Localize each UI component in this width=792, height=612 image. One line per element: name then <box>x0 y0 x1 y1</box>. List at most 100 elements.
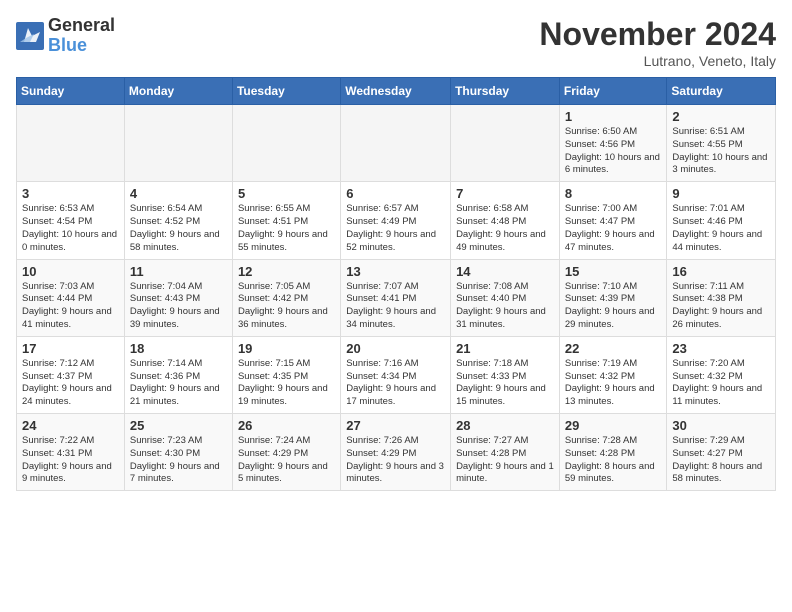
day-number: 6 <box>346 186 445 201</box>
calendar-day-cell <box>341 105 451 182</box>
day-info: Sunrise: 6:53 AM Sunset: 4:54 PM Dayligh… <box>22 203 119 254</box>
day-info: Sunrise: 6:51 AM Sunset: 4:55 PM Dayligh… <box>672 126 770 177</box>
day-info: Sunrise: 7:16 AM Sunset: 4:34 PM Dayligh… <box>346 358 445 409</box>
day-number: 22 <box>565 341 662 356</box>
weekday-header-cell: Friday <box>559 78 667 105</box>
day-number: 30 <box>672 418 770 433</box>
calendar-day-cell: 30 Sunrise: 7:29 AM Sunset: 4:27 PM Dayli… <box>667 414 776 491</box>
day-info: Sunrise: 7:22 AM Sunset: 4:31 PM Dayligh… <box>22 435 119 486</box>
logo-text: General Blue <box>48 16 115 56</box>
calendar-day-cell: 3 Sunrise: 6:53 AM Sunset: 4:54 PM Daylig… <box>17 182 125 259</box>
day-number: 12 <box>238 264 335 279</box>
calendar-day-cell: 4 Sunrise: 6:54 AM Sunset: 4:52 PM Daylig… <box>124 182 232 259</box>
day-number: 18 <box>130 341 227 356</box>
day-info: Sunrise: 7:10 AM Sunset: 4:39 PM Dayligh… <box>565 281 662 332</box>
day-info: Sunrise: 7:12 AM Sunset: 4:37 PM Dayligh… <box>22 358 119 409</box>
calendar-day-cell: 19Sunrise: 7:15 AM Sunset: 4:35 PM Dayli… <box>232 336 340 413</box>
day-info: Sunrise: 7:05 AM Sunset: 4:42 PM Dayligh… <box>238 281 335 332</box>
title-block: November 2024 Lutrano, Veneto, Italy <box>539 16 776 69</box>
day-info: Sunrise: 7:01 AM Sunset: 4:46 PM Dayligh… <box>672 203 770 254</box>
calendar-day-cell: 20Sunrise: 7:16 AM Sunset: 4:34 PM Dayli… <box>341 336 451 413</box>
calendar-day-cell: 12 Sunrise: 7:05 AM Sunset: 4:42 PM Dayli… <box>232 259 340 336</box>
day-number: 17 <box>22 341 119 356</box>
calendar-day-cell <box>232 105 340 182</box>
calendar-day-cell: 11Sunrise: 7:04 AM Sunset: 4:43 PM Dayli… <box>124 259 232 336</box>
calendar-week-row: 17 Sunrise: 7:12 AM Sunset: 4:37 PM Dayli… <box>17 336 776 413</box>
page-header: General Blue November 2024 Lutrano, Vene… <box>16 16 776 69</box>
day-number: 29 <box>565 418 662 433</box>
day-number: 2 <box>672 109 770 124</box>
day-info: Sunrise: 7:23 AM Sunset: 4:30 PM Dayligh… <box>130 435 227 486</box>
day-number: 16 <box>672 264 770 279</box>
weekday-header-row: SundayMondayTuesdayWednesdayThursdayFrid… <box>17 78 776 105</box>
day-info: Sunrise: 7:28 AM Sunset: 4:28 PM Dayligh… <box>565 435 662 486</box>
day-info: Sunrise: 6:54 AM Sunset: 4:52 PM Dayligh… <box>130 203 227 254</box>
calendar-day-cell: 6Sunrise: 6:57 AM Sunset: 4:49 PM Daylig… <box>341 182 451 259</box>
day-number: 7 <box>456 186 554 201</box>
logo-line1: General <box>48 16 115 36</box>
day-number: 15 <box>565 264 662 279</box>
calendar-day-cell: 10 Sunrise: 7:03 AM Sunset: 4:44 PM Dayli… <box>17 259 125 336</box>
calendar-week-row: 1 Sunrise: 6:50 AM Sunset: 4:56 PM Daylig… <box>17 105 776 182</box>
calendar-day-cell: 29 Sunrise: 7:28 AM Sunset: 4:28 PM Dayli… <box>559 414 667 491</box>
calendar-day-cell: 9 Sunrise: 7:01 AM Sunset: 4:46 PM Daylig… <box>667 182 776 259</box>
weekday-header-cell: Tuesday <box>232 78 340 105</box>
day-number: 28 <box>456 418 554 433</box>
calendar-day-cell <box>451 105 560 182</box>
day-number: 5 <box>238 186 335 201</box>
day-number: 27 <box>346 418 445 433</box>
calendar-day-cell: 7 Sunrise: 6:58 AM Sunset: 4:48 PM Daylig… <box>451 182 560 259</box>
day-info: Sunrise: 7:08 AM Sunset: 4:40 PM Dayligh… <box>456 281 554 332</box>
day-info: Sunrise: 7:03 AM Sunset: 4:44 PM Dayligh… <box>22 281 119 332</box>
calendar-day-cell: 16 Sunrise: 7:11 AM Sunset: 4:38 PM Dayli… <box>667 259 776 336</box>
day-number: 1 <box>565 109 662 124</box>
day-number: 13 <box>346 264 445 279</box>
calendar-week-row: 10 Sunrise: 7:03 AM Sunset: 4:44 PM Dayli… <box>17 259 776 336</box>
calendar-day-cell <box>17 105 125 182</box>
calendar-day-cell: 24 Sunrise: 7:22 AM Sunset: 4:31 PM Dayli… <box>17 414 125 491</box>
day-number: 4 <box>130 186 227 201</box>
calendar-day-cell: 23 Sunrise: 7:20 AM Sunset: 4:32 PM Dayli… <box>667 336 776 413</box>
day-info: Sunrise: 7:11 AM Sunset: 4:38 PM Dayligh… <box>672 281 770 332</box>
day-number: 24 <box>22 418 119 433</box>
day-number: 23 <box>672 341 770 356</box>
weekday-header-cell: Saturday <box>667 78 776 105</box>
day-info: Sunrise: 7:24 AM Sunset: 4:29 PM Dayligh… <box>238 435 335 486</box>
calendar-day-cell: 17 Sunrise: 7:12 AM Sunset: 4:37 PM Dayli… <box>17 336 125 413</box>
calendar-day-cell: 13Sunrise: 7:07 AM Sunset: 4:41 PM Dayli… <box>341 259 451 336</box>
day-info: Sunrise: 6:50 AM Sunset: 4:56 PM Dayligh… <box>565 126 662 177</box>
calendar-day-cell <box>124 105 232 182</box>
calendar-day-cell: 25Sunrise: 7:23 AM Sunset: 4:30 PM Dayli… <box>124 414 232 491</box>
calendar-day-cell: 22 Sunrise: 7:19 AM Sunset: 4:32 PM Dayli… <box>559 336 667 413</box>
day-number: 21 <box>456 341 554 356</box>
weekday-header-cell: Monday <box>124 78 232 105</box>
day-info: Sunrise: 7:19 AM Sunset: 4:32 PM Dayligh… <box>565 358 662 409</box>
day-info: Sunrise: 7:29 AM Sunset: 4:27 PM Dayligh… <box>672 435 770 486</box>
calendar-week-row: 24 Sunrise: 7:22 AM Sunset: 4:31 PM Dayli… <box>17 414 776 491</box>
calendar-day-cell: 27 Sunrise: 7:26 AM Sunset: 4:29 PM Dayli… <box>341 414 451 491</box>
day-number: 11 <box>130 264 227 279</box>
day-number: 9 <box>672 186 770 201</box>
logo: General Blue <box>16 16 115 56</box>
calendar-body: 1 Sunrise: 6:50 AM Sunset: 4:56 PM Daylig… <box>17 105 776 491</box>
calendar: SundayMondayTuesdayWednesdayThursdayFrid… <box>16 77 776 491</box>
day-info: Sunrise: 7:14 AM Sunset: 4:36 PM Dayligh… <box>130 358 227 409</box>
calendar-day-cell: 1 Sunrise: 6:50 AM Sunset: 4:56 PM Daylig… <box>559 105 667 182</box>
day-info: Sunrise: 7:00 AM Sunset: 4:47 PM Dayligh… <box>565 203 662 254</box>
day-info: Sunrise: 7:26 AM Sunset: 4:29 PM Dayligh… <box>346 435 445 486</box>
day-number: 10 <box>22 264 119 279</box>
day-info: Sunrise: 7:15 AM Sunset: 4:35 PM Dayligh… <box>238 358 335 409</box>
calendar-day-cell: 5Sunrise: 6:55 AM Sunset: 4:51 PM Daylig… <box>232 182 340 259</box>
calendar-day-cell: 26 Sunrise: 7:24 AM Sunset: 4:29 PM Dayli… <box>232 414 340 491</box>
logo-icon <box>16 22 44 50</box>
weekday-header-cell: Thursday <box>451 78 560 105</box>
calendar-day-cell: 21Sunrise: 7:18 AM Sunset: 4:33 PM Dayli… <box>451 336 560 413</box>
day-number: 14 <box>456 264 554 279</box>
day-number: 3 <box>22 186 119 201</box>
day-info: Sunrise: 6:58 AM Sunset: 4:48 PM Dayligh… <box>456 203 554 254</box>
day-info: Sunrise: 7:27 AM Sunset: 4:28 PM Dayligh… <box>456 435 554 486</box>
day-number: 26 <box>238 418 335 433</box>
location: Lutrano, Veneto, Italy <box>539 53 776 69</box>
day-info: Sunrise: 7:20 AM Sunset: 4:32 PM Dayligh… <box>672 358 770 409</box>
logo-line2: Blue <box>48 36 115 56</box>
